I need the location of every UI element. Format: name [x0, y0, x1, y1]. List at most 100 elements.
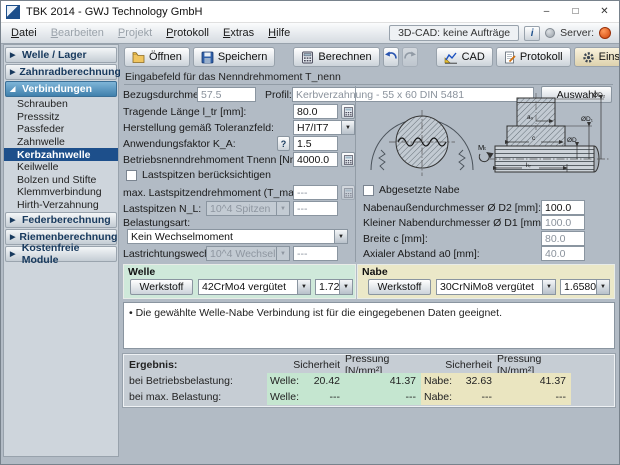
lastspitzen-checkbox-row[interactable]: Lastspitzen berücksichtigen: [126, 169, 271, 181]
belastungsart-value: Kein Wechselmoment: [128, 231, 334, 243]
sidebar-item-klemmverbindung[interactable]: Klemmverbindung: [4, 186, 118, 199]
sidebar-section-federberechnung[interactable]: ▶Federberechnung: [5, 212, 117, 228]
collapsed-arrow-icon: ▶: [10, 51, 18, 59]
results-col-sicherheit-welle: Sicherheit: [303, 357, 345, 373]
sidebar-item-hirth-verzahnung[interactable]: Hirth-Verzahnung: [4, 199, 118, 212]
sidebar-section-kostenfreie-module[interactable]: ▶Kostenfreie Module: [5, 246, 117, 262]
belastungsart-combo[interactable]: Kein Wechselmoment ▼: [127, 229, 348, 244]
mini-calculator-icon: [344, 155, 353, 165]
nabe-werkstoff-button[interactable]: Werkstoff: [368, 279, 431, 295]
toleranzfeld-combo[interactable]: H7/IT7 ▼: [293, 120, 355, 135]
collapsed-arrow-icon: ▶: [10, 216, 18, 224]
results-row-label: bei Betriebsbelastung:: [126, 373, 267, 389]
sidebar-item-passfeder[interactable]: Passfeder: [4, 123, 118, 136]
open-button[interactable]: Öffnen: [124, 47, 190, 67]
chevron-down-icon[interactable]: ▼: [297, 280, 310, 294]
chevron-down-icon[interactable]: ▼: [334, 230, 347, 243]
chevron-down-icon[interactable]: ▼: [339, 280, 352, 294]
settings-button[interactable]: Einstellungen: [574, 47, 620, 67]
cad-icon: [444, 51, 458, 64]
sidebar-item-schrauben[interactable]: Schrauben: [4, 98, 118, 111]
tmax-field: [293, 185, 338, 200]
a0-label: Axialer Abstand a0 [mm]:: [363, 248, 480, 260]
welle-material-number-combo[interactable]: 1.7225 ▼: [315, 279, 353, 295]
menu-hilfe[interactable]: Hilfe: [261, 25, 297, 41]
calculate-button-label: Berechnen: [318, 51, 371, 63]
toleranzfeld-value: H7/IT7: [294, 122, 341, 134]
nabe-material-number-combo[interactable]: 1.6580 ▼: [560, 279, 610, 295]
results-welle-pressung: 41.37: [345, 373, 421, 389]
protocol-button-label: Protokoll: [520, 51, 563, 63]
shaft-hub-diagram: Mₜ a₀ c lₜᵣ ØD ØD₁ ØD₂: [359, 88, 614, 182]
sidebar-item-presssitz[interactable]: Presssitz: [4, 111, 118, 124]
tnenn-field[interactable]: [293, 152, 338, 167]
tnenn-calculator-button[interactable]: [341, 152, 355, 167]
sidebar-section-zahnradberechnung[interactable]: ▶Zahnradberechnung: [5, 64, 117, 80]
chevron-down-icon[interactable]: ▼: [542, 280, 555, 294]
results-welle-pressung: ---: [345, 389, 421, 405]
welle-material-combo[interactable]: 42CrMo4 vergütet ▼: [198, 279, 311, 295]
lastspitzen-nl-combo: 10^4 Spitzen ▼: [206, 201, 290, 216]
app-logo-icon: [6, 5, 20, 19]
app-window: TBK 2014 - GWJ Technology GmbH – □ ✕ Dat…: [0, 0, 620, 465]
minimize-button[interactable]: –: [532, 1, 561, 22]
bezugsdurchmesser-field: [197, 87, 256, 102]
results-col-pressung-welle: Pressung [N/mm²]: [345, 357, 421, 373]
welle-material-name: 42CrMo4 vergütet: [199, 281, 297, 293]
results-nabe-pressung: 41.37: [497, 373, 571, 389]
results-nabe-sicherheit: ---: [461, 389, 497, 405]
menu-protokoll[interactable]: Protokoll: [159, 25, 216, 41]
menu-datei[interactable]: Datei: [4, 25, 44, 41]
results-nabe-label: Nabe:: [421, 389, 461, 405]
maximize-button[interactable]: □: [561, 1, 590, 22]
d1-label: Kleiner Nabendurchmesser Ø D1 [mm]:: [363, 217, 547, 229]
anwendungsfaktor-field[interactable]: [293, 136, 338, 151]
abgesetzte-nabe-checkbox-row[interactable]: Abgesetzte Nabe: [363, 184, 460, 196]
server-label: Server:: [560, 27, 594, 39]
sidebar-section-verbindungen[interactable]: ◢ Verbindungen: [5, 81, 117, 97]
results-welle-sicherheit: 20.42: [303, 373, 345, 389]
result-message-box: • Die gewählte Welle-Nabe Verbindung ist…: [123, 302, 615, 349]
toleranzfeld-label: Herstellung gemäß Toleranzfeld:: [123, 122, 274, 134]
abgesetzte-nabe-checkbox[interactable]: [363, 185, 374, 196]
lastspitzen-nl-unit: 10^4 Spitzen: [207, 203, 276, 215]
info-button[interactable]: i: [524, 26, 540, 41]
server-status-indicator: [599, 27, 611, 39]
nabe-material-panel: Nabe Werkstoff 30CrNiMo8 vergütet ▼ 1.65…: [357, 264, 615, 299]
save-button[interactable]: Speichern: [193, 47, 276, 67]
close-button[interactable]: ✕: [590, 1, 619, 22]
chevron-down-icon[interactable]: ▼: [341, 121, 354, 134]
menubar: Datei Bearbeiten Projekt Protokoll Extra…: [1, 23, 619, 44]
lastrichtungswechsel-combo: 10^4 Wechsel ▼: [206, 246, 290, 261]
sidebar-item-bolzen-und-stifte[interactable]: Bolzen und Stifte: [4, 174, 118, 187]
tragende-laenge-field[interactable]: [293, 104, 338, 119]
ka-help-button[interactable]: ?: [277, 136, 290, 151]
breite-label: Breite c [mm]:: [363, 233, 428, 245]
sidebar-item-zahnwelle[interactable]: Zahnwelle: [4, 136, 118, 149]
welle-werkstoff-button[interactable]: Werkstoff: [130, 279, 193, 295]
protocol-button[interactable]: Protokoll: [496, 47, 571, 67]
chevron-down-icon[interactable]: ▼: [596, 280, 609, 294]
expanded-arrow-icon: ◢: [10, 85, 18, 93]
sidebar-item-keilwelle[interactable]: Keilwelle: [4, 161, 118, 174]
cad-button[interactable]: CAD: [436, 47, 493, 67]
a0-dim-label: a₀: [527, 114, 534, 121]
d2-field[interactable]: [541, 200, 585, 215]
lastspitzen-checkbox[interactable]: [126, 170, 137, 181]
protocol-document-icon: [504, 51, 516, 64]
results-col-sicherheit-nabe: Sicherheit: [461, 357, 497, 373]
undo-button[interactable]: [383, 47, 399, 67]
ltr-calculator-button[interactable]: [341, 104, 355, 119]
main-panel: Öffnen Speichern Berechnen CAD Protokoll…: [120, 44, 617, 457]
sidebar-section-welle-lager[interactable]: ▶Welle / Lager: [5, 47, 117, 63]
menu-extras[interactable]: Extras: [216, 25, 261, 41]
calculate-button[interactable]: Berechnen: [293, 47, 379, 67]
nabe-material-combo[interactable]: 30CrNiMo8 vergütet ▼: [436, 279, 556, 295]
cad-status-indicator: [545, 28, 555, 38]
welle-material-number: 1.7225: [316, 281, 339, 293]
mini-calculator-icon: [344, 107, 353, 117]
open-button-label: Öffnen: [149, 51, 182, 63]
sidebar-section-label: Verbindungen: [22, 83, 92, 95]
d2-dim-label: ØD₂: [593, 92, 606, 99]
sidebar-item-kerbzahnwelle[interactable]: Kerbzahnwelle: [4, 148, 118, 161]
